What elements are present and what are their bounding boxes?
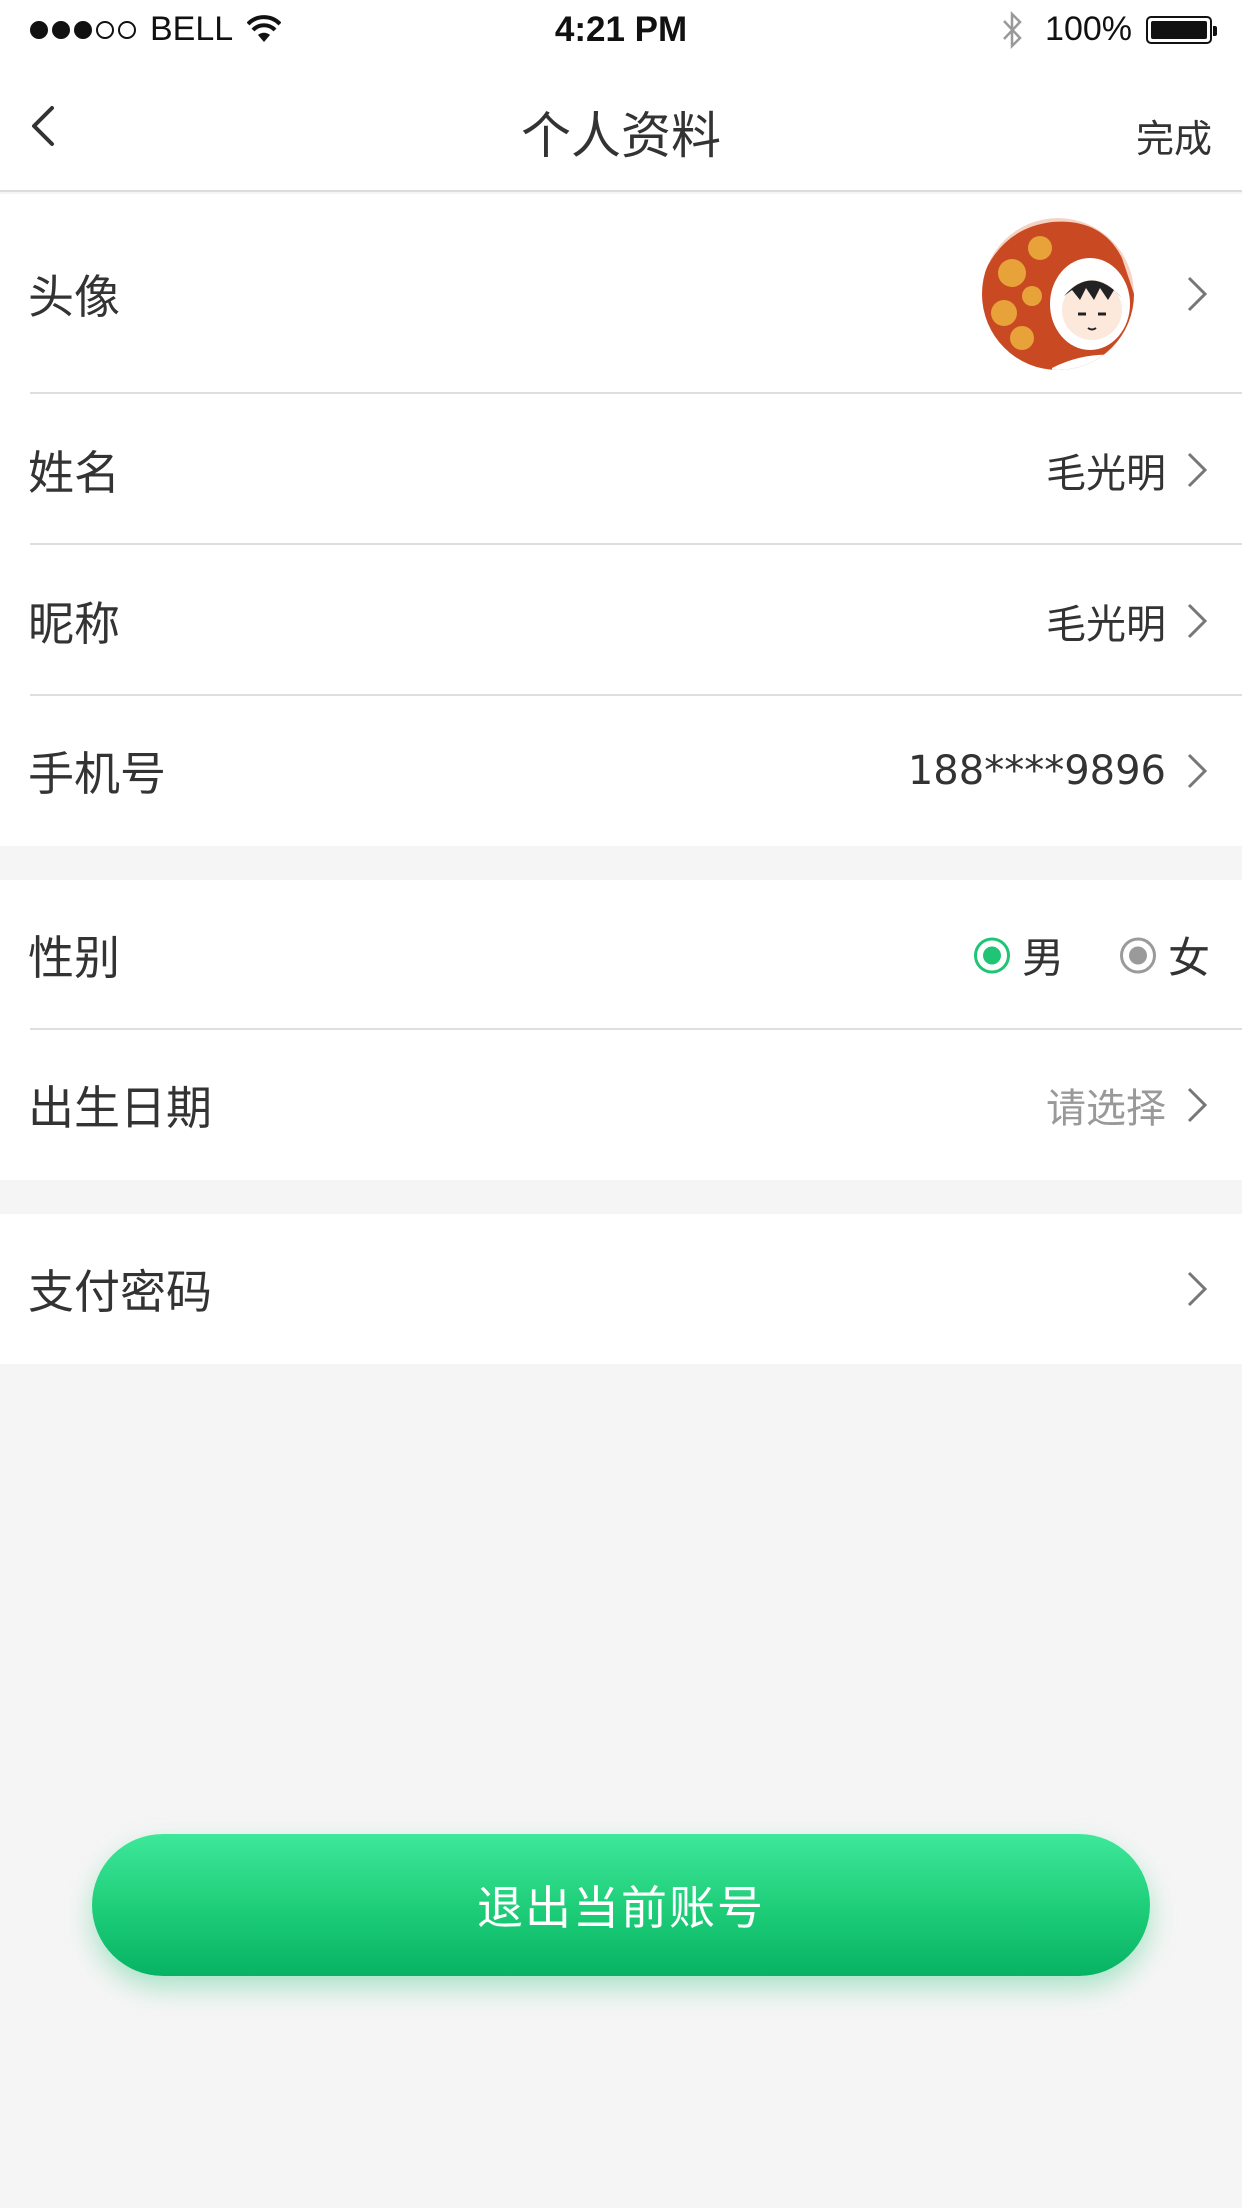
radio-unselected-icon <box>1119 937 1156 973</box>
chevron-right-icon <box>1187 1087 1208 1123</box>
battery-icon <box>1146 15 1217 44</box>
profile-group: 头像 姓名 毛光明 昵称 毛光明 手机号 188****9896 <box>0 194 1242 846</box>
gender-row: 性别 男 女 <box>0 880 1242 1030</box>
details-group: 性别 男 女 出生日期 请选择 <box>0 880 1242 1180</box>
birthday-label: 出生日期 <box>28 1081 212 1135</box>
battery-percent: 100% <box>1045 10 1132 48</box>
phone-label: 手机号 <box>28 747 166 801</box>
radio-selected-icon <box>973 937 1010 973</box>
pay-password-label: 支付密码 <box>28 1265 212 1319</box>
chevron-right-icon <box>1187 1271 1208 1307</box>
chevron-right-icon <box>1187 603 1208 638</box>
phone-value: 188****9896 <box>907 748 1166 794</box>
gender-label: 性别 <box>28 931 120 985</box>
phone-row[interactable]: 手机号 188****9896 <box>0 696 1242 846</box>
name-row[interactable]: 姓名 毛光明 <box>0 394 1242 545</box>
gender-radio-group: 男 女 <box>973 925 1210 986</box>
gender-option-female[interactable]: 女 <box>1119 925 1210 986</box>
pay-password-row[interactable]: 支付密码 <box>0 1214 1242 1364</box>
gender-option-male[interactable]: 男 <box>973 925 1064 986</box>
logout-button[interactable]: 退出当前账号 <box>92 1834 1150 1976</box>
avatar-label: 头像 <box>28 270 120 324</box>
nickname-value: 毛光明 <box>1046 601 1166 648</box>
birthday-row[interactable]: 出生日期 请选择 <box>0 1030 1242 1180</box>
nav-bar: 个人资料 完成 <box>0 60 1242 192</box>
name-value: 毛光明 <box>1046 450 1166 497</box>
chevron-right-icon <box>1187 753 1208 789</box>
nickname-label: 昵称 <box>28 596 120 651</box>
page-title: 个人资料 <box>521 107 721 165</box>
avatar <box>982 218 1134 370</box>
bluetooth-icon <box>1003 10 1022 49</box>
avatar-row[interactable]: 头像 <box>0 194 1242 394</box>
avatar-image <box>982 218 1134 370</box>
done-button[interactable]: 完成 <box>1136 108 1212 163</box>
gender-option-label: 女 <box>1167 933 1210 983</box>
chevron-right-icon <box>1187 276 1208 312</box>
chevron-right-icon <box>1187 452 1208 487</box>
birthday-placeholder: 请选择 <box>1046 1086 1166 1132</box>
status-bar: BELL 4:21 PM 100% <box>0 0 1242 60</box>
name-label: 姓名 <box>28 445 120 500</box>
status-right: 100% <box>1001 10 1217 49</box>
security-group: 支付密码 <box>0 1214 1242 1364</box>
gender-option-label: 男 <box>1021 933 1064 983</box>
nickname-row[interactable]: 昵称 毛光明 <box>0 545 1242 696</box>
